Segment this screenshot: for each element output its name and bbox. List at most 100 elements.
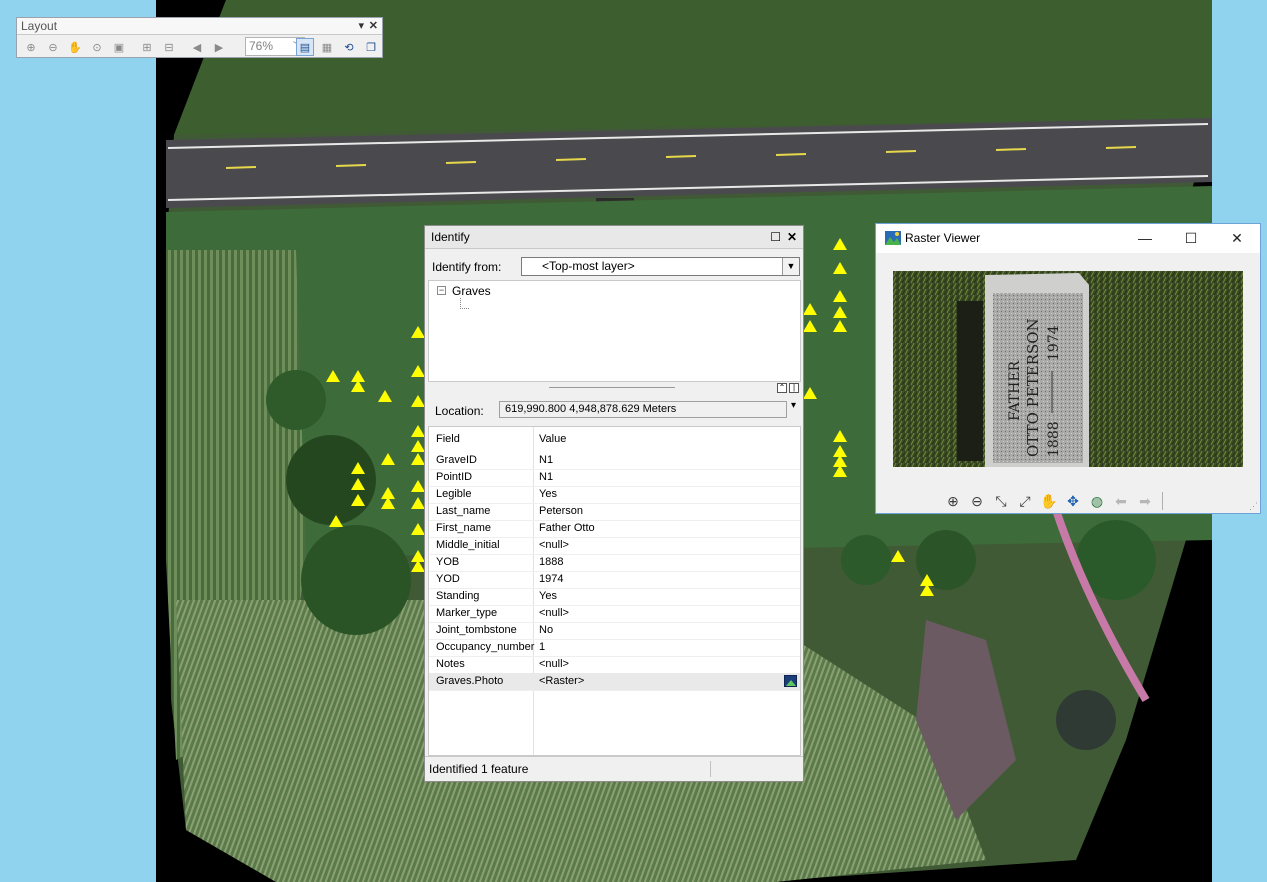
grave-marker[interactable]: [351, 462, 365, 474]
grave-marker[interactable]: [329, 515, 343, 527]
toolbar-options-icon[interactable]: ▾: [358, 18, 364, 34]
grave-marker[interactable]: [381, 497, 395, 509]
table-row[interactable]: First_name Father Otto: [429, 520, 800, 538]
panel-splitter[interactable]: [549, 387, 675, 388]
zoom-100-icon[interactable]: ▣: [110, 38, 128, 56]
go-forward-icon[interactable]: ▶: [210, 38, 228, 56]
grave-marker[interactable]: [803, 320, 817, 332]
toolbar-separator: [1162, 492, 1163, 510]
collapse-icon[interactable]: −: [437, 286, 446, 295]
fixed-zoom-in-icon[interactable]: ⊞: [138, 38, 156, 56]
grave-marker[interactable]: [833, 262, 847, 274]
grave-marker[interactable]: [411, 560, 425, 572]
zoom-out-icon[interactable]: ⊖: [44, 38, 62, 56]
grave-marker[interactable]: [381, 453, 395, 465]
table-row[interactable]: Middle_initial <null>: [429, 537, 800, 555]
fixed-zoom-in-icon[interactable]: ⤡: [992, 492, 1010, 510]
grave-marker[interactable]: [803, 303, 817, 315]
back-arrow-icon[interactable]: ⬅: [1112, 492, 1130, 510]
zoom-whole-page-icon[interactable]: ⊙: [88, 38, 106, 56]
toggle-draft-mode-icon[interactable]: ▤: [296, 38, 314, 56]
grave-marker[interactable]: [833, 306, 847, 318]
stone-text-birth-year: 1888: [1046, 421, 1062, 457]
raster-viewer-title-bar[interactable]: Raster Viewer — ☐ ✕: [876, 224, 1260, 253]
close-icon[interactable]: ✕: [1214, 224, 1260, 253]
raster-image-icon[interactable]: [784, 675, 797, 687]
expand-up-icon[interactable]: ⌃: [777, 383, 787, 393]
fixed-zoom-out-icon[interactable]: ⤢: [1016, 492, 1034, 510]
full-extent-icon[interactable]: ✥: [1064, 492, 1082, 510]
zoom-out-icon[interactable]: ⊖: [968, 492, 986, 510]
grave-marker[interactable]: [833, 430, 847, 442]
grave-marker[interactable]: [411, 497, 425, 509]
grave-marker[interactable]: [833, 238, 847, 250]
results-tree: − Graves: [428, 280, 801, 382]
grave-marker[interactable]: [920, 584, 934, 596]
layout-toolbar: Layout ▾ ✕ ⊕ ⊖ ✋ ⊙ ▣ ⊞ ⊟ ◀ ▶ 76% ﹀ ▤ ▦ ⟲…: [16, 17, 383, 58]
grave-marker[interactable]: [411, 395, 425, 407]
grave-marker[interactable]: [326, 370, 340, 382]
field-name: Marker_type: [436, 607, 498, 619]
table-row[interactable]: Occupancy_number 1: [429, 639, 800, 657]
fixed-zoom-out-icon[interactable]: ⊟: [160, 38, 178, 56]
split-toggle-icon[interactable]: |: [789, 383, 799, 393]
status-text: Identified 1 feature: [429, 762, 529, 776]
maximize-icon[interactable]: ☐: [770, 226, 781, 248]
grave-marker[interactable]: [351, 478, 365, 490]
table-row[interactable]: YOD 1974: [429, 571, 800, 589]
grave-marker[interactable]: [891, 550, 905, 562]
grave-marker[interactable]: [833, 290, 847, 302]
column-header-field[interactable]: Field: [436, 433, 460, 445]
data-driven-pages-icon[interactable]: ❐: [362, 38, 380, 56]
close-icon[interactable]: ✕: [787, 226, 797, 248]
identify-from-dropdown[interactable]: <Top-most layer> ▼: [521, 257, 800, 276]
field-name: First_name: [436, 522, 492, 534]
grave-marker[interactable]: [411, 453, 425, 465]
focus-data-frame-icon[interactable]: ▦: [318, 38, 336, 56]
table-row[interactable]: PointID N1: [429, 469, 800, 487]
zoom-in-icon[interactable]: ⊕: [944, 492, 962, 510]
column-header-value[interactable]: Value: [539, 433, 566, 445]
identify-title: Identify: [431, 230, 470, 244]
grave-marker[interactable]: [803, 387, 817, 399]
grave-marker[interactable]: [833, 320, 847, 332]
table-row[interactable]: Notes <null>: [429, 656, 800, 674]
grave-marker[interactable]: [411, 480, 425, 492]
grave-marker[interactable]: [351, 494, 365, 506]
table-row[interactable]: Last_name Peterson: [429, 503, 800, 521]
identify-title-bar[interactable]: Identify ☐ ✕: [425, 226, 803, 249]
pan-icon[interactable]: ✋: [66, 38, 84, 56]
table-row[interactable]: GraveID N1: [429, 452, 800, 470]
table-row[interactable]: Standing Yes: [429, 588, 800, 606]
attribute-table: Field Value GraveID N1 PointID N1 Legible Y…: [428, 426, 801, 756]
grave-marker[interactable]: [411, 425, 425, 437]
forward-arrow-icon[interactable]: ➡: [1136, 492, 1154, 510]
maximize-icon[interactable]: ☐: [1168, 224, 1214, 253]
change-layout-icon[interactable]: ⟲: [340, 38, 358, 56]
table-row-selected[interactable]: Graves.Photo <Raster>: [429, 673, 800, 691]
tree-node-graves[interactable]: Graves: [452, 284, 491, 298]
table-row[interactable]: Joint_tombstone No: [429, 622, 800, 640]
grave-marker[interactable]: [411, 326, 425, 338]
grave-marker[interactable]: [833, 465, 847, 477]
table-row[interactable]: YOB 1888: [429, 554, 800, 572]
field-name: YOB: [436, 556, 460, 568]
zoom-in-icon[interactable]: ⊕: [22, 38, 40, 56]
go-back-icon[interactable]: ◀: [188, 38, 206, 56]
grave-marker[interactable]: [378, 390, 392, 402]
grave-marker[interactable]: [411, 440, 425, 452]
globe-icon[interactable]: ◍: [1088, 492, 1106, 510]
tombstone-photo[interactable]: FATHER OTTO PETERSON 1888 1974: [893, 271, 1243, 467]
field-value: <null>: [539, 539, 569, 551]
minimize-icon[interactable]: —: [1122, 224, 1168, 253]
location-units-menu-icon[interactable]: ▾: [791, 400, 796, 411]
table-row[interactable]: Legible Yes: [429, 486, 800, 504]
grave-marker[interactable]: [351, 380, 365, 392]
close-icon[interactable]: ✕: [369, 18, 378, 34]
resize-grip-icon[interactable]: ⋰: [1249, 501, 1258, 512]
table-row[interactable]: Marker_type <null>: [429, 605, 800, 623]
grave-marker[interactable]: [411, 523, 425, 535]
grave-marker[interactable]: [411, 365, 425, 377]
pan-icon[interactable]: ✋: [1040, 492, 1058, 510]
layout-toolbar-title-bar[interactable]: Layout ▾ ✕: [17, 18, 382, 35]
